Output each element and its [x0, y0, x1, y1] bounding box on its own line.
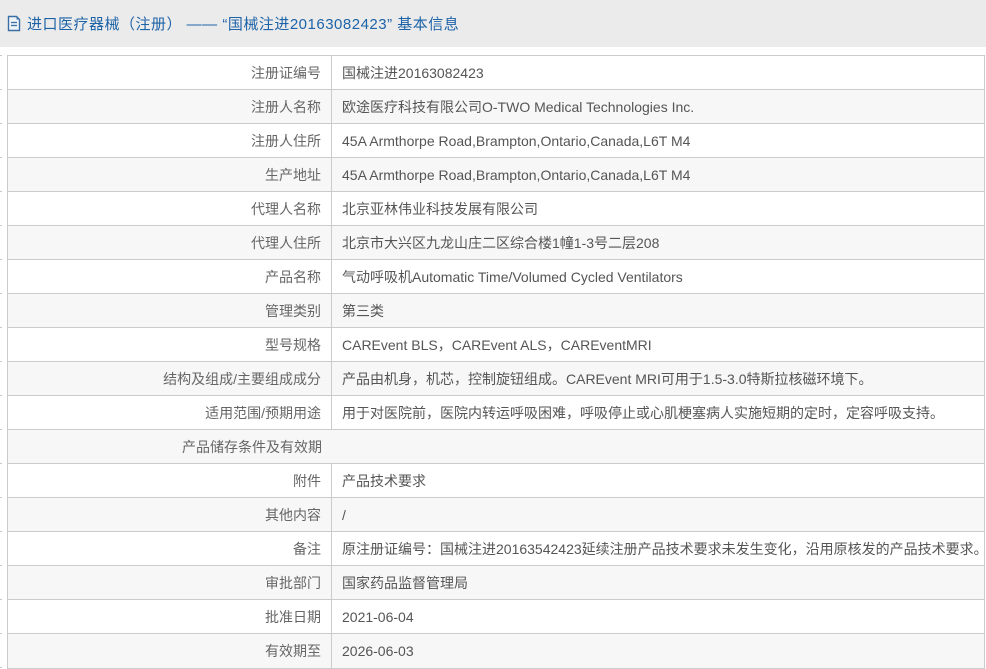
table-row: 结构及组成/主要组成成分 产品由机身，机芯，控制旋钮组成。CAREvent MR…	[8, 362, 984, 396]
table-row: 备注 原注册证编号：国械注进20163542423延续注册产品技术要求未发生变化…	[8, 532, 984, 566]
table-row: 产品储存条件及有效期	[8, 430, 984, 464]
row-label: 备注	[8, 532, 332, 565]
row-value: 45A Armthorpe Road,Brampton,Ontario,Cana…	[332, 158, 984, 191]
table-row: 适用范围/预期用途 用于对医院前，医院内转运呼吸困难，呼吸停止或心肌梗塞病人实施…	[8, 396, 984, 430]
row-value: 北京亚林伟业科技发展有限公司	[332, 192, 984, 225]
table-row: 注册人名称 欧途医疗科技有限公司O-TWO Medical Technologi…	[8, 90, 984, 124]
table-row: 有效期至 2026-06-03	[8, 634, 984, 668]
row-value: 气动呼吸机Automatic Time/Volumed Cycled Venti…	[332, 260, 984, 293]
table-row: 审批部门 国家药品监督管理局	[8, 566, 984, 600]
row-value: 国家药品监督管理局	[332, 566, 984, 599]
table-row: 代理人住所 北京市大兴区九龙山庄二区综合楼1幢1-3号二层208	[8, 226, 984, 260]
row-value	[332, 430, 984, 463]
row-label: 代理人住所	[8, 226, 332, 259]
row-label: 其他内容	[8, 498, 332, 531]
table-row: 管理类别 第三类	[8, 294, 984, 328]
table-row: 注册人住所 45A Armthorpe Road,Brampton,Ontari…	[8, 124, 984, 158]
document-icon	[6, 15, 22, 32]
row-label: 注册人住所	[8, 124, 332, 157]
row-label: 注册证编号	[8, 56, 332, 89]
row-label: 管理类别	[8, 294, 332, 327]
row-label: 生产地址	[8, 158, 332, 191]
row-value: 2021-06-04	[332, 600, 984, 633]
row-label: 结构及组成/主要组成成分	[8, 362, 332, 395]
row-value: 欧途医疗科技有限公司O-TWO Medical Technologies Inc…	[332, 90, 984, 123]
table-row: 产品名称 气动呼吸机Automatic Time/Volumed Cycled …	[8, 260, 984, 294]
registration-info-table: 注册证编号 国械注进20163082423 注册人名称 欧途医疗科技有限公司O-…	[7, 55, 985, 669]
row-label: 批准日期	[8, 600, 332, 633]
table-row: 批准日期 2021-06-04	[8, 600, 984, 634]
row-value: 原注册证编号：国械注进20163542423延续注册产品技术要求未发生变化，沿用…	[332, 532, 984, 565]
row-label: 产品储存条件及有效期	[8, 430, 332, 463]
table-row: 其他内容 /	[8, 498, 984, 532]
row-label: 代理人名称	[8, 192, 332, 225]
row-value: 产品技术要求	[332, 464, 984, 497]
row-label: 审批部门	[8, 566, 332, 599]
row-label: 产品名称	[8, 260, 332, 293]
row-value: 北京市大兴区九龙山庄二区综合楼1幢1-3号二层208	[332, 226, 984, 259]
row-value: /	[332, 498, 984, 531]
page-title: 进口医疗器械（注册） —— “国械注进20163082423” 基本信息	[27, 13, 459, 34]
row-value: CAREvent BLS，CAREvent ALS，CAREventMRI	[332, 328, 984, 361]
table-row: 型号规格 CAREvent BLS，CAREvent ALS，CAREventM…	[8, 328, 984, 362]
row-label: 注册人名称	[8, 90, 332, 123]
table-row: 生产地址 45A Armthorpe Road,Brampton,Ontario…	[8, 158, 984, 192]
row-value: 产品由机身，机芯，控制旋钮组成。CAREvent MRI可用于1.5-3.0特斯…	[332, 362, 984, 395]
row-label: 附件	[8, 464, 332, 497]
table-row: 附件 产品技术要求	[8, 464, 984, 498]
page-edge-ticks	[0, 55, 2, 669]
row-value: 2026-06-03	[332, 634, 984, 668]
row-label: 型号规格	[8, 328, 332, 361]
row-value: 国械注进20163082423	[332, 56, 984, 89]
table-row: 注册证编号 国械注进20163082423	[8, 56, 984, 90]
row-value: 第三类	[332, 294, 984, 327]
page-header: 进口医疗器械（注册） —— “国械注进20163082423” 基本信息	[0, 0, 986, 47]
row-label: 适用范围/预期用途	[8, 396, 332, 429]
row-value: 45A Armthorpe Road,Brampton,Ontario,Cana…	[332, 124, 984, 157]
row-label: 有效期至	[8, 634, 332, 668]
table-row: 代理人名称 北京亚林伟业科技发展有限公司	[8, 192, 984, 226]
row-value: 用于对医院前，医院内转运呼吸困难，呼吸停止或心肌梗塞病人实施短期的定时，定容呼吸…	[332, 396, 984, 429]
